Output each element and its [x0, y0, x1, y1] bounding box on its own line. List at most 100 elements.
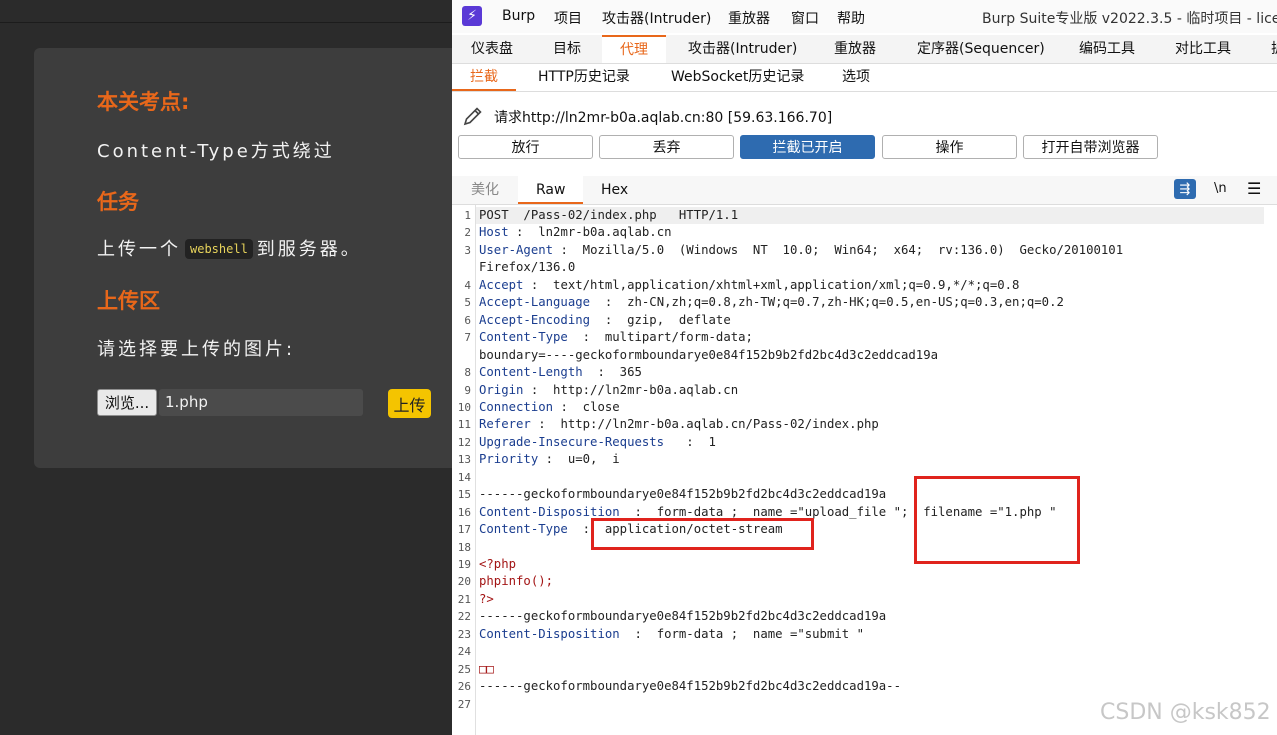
header-name: Referer [479, 417, 531, 432]
header-name: Content-Disposition [479, 504, 620, 519]
window-title: Burp Suite专业版 v2022.3.5 - 临时项目 - licen [982, 11, 1277, 27]
line-value: : ln2mr-b0a.aqlab.cn [508, 225, 672, 240]
intercept-on-button[interactable]: 拦截已开启 [740, 135, 875, 159]
line-number: 9 [464, 383, 471, 397]
annotation-box-content-type [591, 518, 814, 550]
header-name: Host [479, 225, 509, 240]
menu-project[interactable]: 项目 [554, 8, 582, 28]
line-number: 16 [457, 505, 471, 519]
file-input[interactable]: 1.php [159, 389, 363, 416]
request-line: boundary=----geckoformboundarye0e84f152b… [479, 348, 938, 362]
line-number: 17 [457, 523, 471, 537]
tab-intruder[interactable]: 攻击器(Intruder) [688, 35, 797, 63]
view-tab-pretty[interactable]: 美化 [471, 176, 499, 204]
line-value: : form-data ; name ="submit " [619, 626, 864, 641]
line-value: : u=0, i [538, 452, 620, 467]
line-number: 12 [457, 435, 471, 449]
menu-burp[interactable]: Burp [502, 8, 535, 24]
request-line: ------geckoformboundarye0e84f152b9b2fd2b… [479, 487, 886, 501]
request-line: User-Agent : Mozilla/5.0 (Windows NT 10.… [479, 243, 1123, 257]
line-value: <?php [479, 557, 517, 571]
upload-button[interactable]: 上传 [388, 389, 431, 418]
header-name: Upgrade-Insecure-Requests [479, 434, 665, 449]
tab-proxy[interactable]: 代理 [602, 35, 666, 63]
line-number: 20 [457, 575, 471, 589]
message-view-tabs: 美化 Raw Hex ⇶ \n ☰ [452, 176, 1277, 205]
request-line: phpinfo(); [479, 574, 553, 588]
heading-upload-area: 上传区 [97, 289, 160, 313]
action-button[interactable]: 操作 [882, 135, 1017, 159]
request-line: ------geckoformboundarye0e84f152b9b2fd2b… [479, 679, 901, 693]
hamburger-menu-icon[interactable]: ☰ [1247, 179, 1261, 198]
menu-window[interactable]: 窗口 [791, 8, 819, 28]
line-value: : gzip, deflate [590, 312, 731, 327]
line-value: ------geckoformboundarye0e84f152b9b2fd2b… [479, 609, 887, 624]
line-number: 8 [464, 366, 471, 380]
line-number: 18 [457, 540, 471, 554]
subtab-http-history[interactable]: HTTP历史记录 [538, 64, 630, 91]
line-number: 15 [457, 488, 471, 502]
line-number: 1 [464, 209, 471, 222]
line-number: 6 [464, 313, 471, 327]
subtab-options[interactable]: 选项 [842, 64, 870, 91]
line-value: ?> [479, 591, 494, 606]
view-tab-raw[interactable]: Raw [518, 176, 584, 204]
tab-repeater[interactable]: 重放器 [834, 35, 876, 63]
main-tabs: 仪表盘 目标 代理 攻击器(Intruder) 重放器 定序器(Sequence… [452, 35, 1277, 64]
header-name: Priority [479, 452, 539, 467]
heading-task: 任务 [97, 190, 139, 214]
drop-button[interactable]: 丢弃 [599, 135, 734, 159]
request-line: Accept : text/html,application/xhtml+xml… [479, 278, 1019, 292]
line-number: 11 [457, 418, 471, 432]
header-name: User-Agent [479, 242, 554, 257]
content-card: 本关考点: Content-Type方式绕过 任务 上传一个 webshell 到服… [34, 48, 474, 468]
tab-target[interactable]: 目标 [553, 35, 581, 63]
tab-comparer[interactable]: 对比工具 [1175, 35, 1231, 63]
request-line: Content-Type : multipart/form-data; [479, 330, 753, 344]
request-line: Host : ln2mr-b0a.aqlab.cn [479, 225, 672, 239]
text-key-point: Content-Type方式绕过 [97, 141, 335, 162]
line-number: 26 [457, 680, 471, 694]
line-value: : zh-CN,zh;q=0.8,zh-TW;q=0.7,zh-HK;q=0.5… [590, 295, 1064, 310]
line-number: 13 [457, 453, 471, 467]
request-line: Content-Disposition : form-data ; name =… [479, 627, 864, 641]
open-browser-button[interactable]: 打开自带浏览器 [1023, 135, 1158, 159]
tab-extender[interactable]: 扩 [1271, 35, 1277, 63]
line-number: 21 [457, 592, 471, 606]
line-number: 14 [457, 470, 471, 484]
request-line: ?> [479, 592, 494, 606]
tab-dashboard[interactable]: 仪表盘 [471, 35, 513, 63]
request-info-bar: 请求http://ln2mr-b0a.aqlab.cn:80 [59.63.16… [452, 101, 1277, 129]
page-top-divider [0, 22, 452, 23]
subtab-websocket-history[interactable]: WebSocket历史记录 [671, 64, 804, 91]
request-target-text: 请求http://ln2mr-b0a.aqlab.cn:80 [59.63.16… [494, 110, 833, 126]
line-number-gutter: 1 2 3 4 5 6 7 8 9 10 11 12 13 14 15 16 17 18 19 20 21 22 23 24 2… [452, 205, 476, 735]
line-value: : close [553, 399, 620, 414]
header-name: Content-Type [479, 330, 568, 345]
burp-logo-icon: ⚡ [462, 6, 482, 26]
line-number: 23 [457, 627, 471, 641]
line-number: 5 [464, 296, 471, 310]
browse-button[interactable]: 浏览... [97, 389, 157, 416]
request-line: Firefox/136.0 [479, 260, 575, 274]
request-line: Accept-Language : zh-CN,zh;q=0.8,zh-TW;q… [479, 295, 1064, 309]
menu-repeater[interactable]: 重放器 [728, 8, 770, 28]
line-number: 7 [464, 331, 471, 345]
request-line: <?php [479, 557, 516, 571]
task-text-before: 上传一个 [97, 239, 181, 260]
word-wrap-icon[interactable]: ⇶ [1174, 179, 1196, 199]
menu-help[interactable]: 帮助 [837, 8, 865, 28]
forward-button[interactable]: 放行 [458, 135, 593, 159]
tab-sequencer[interactable]: 定序器(Sequencer) [917, 35, 1045, 63]
request-editor[interactable]: 1 2 3 4 5 6 7 8 9 10 11 12 13 14 15 16 17 18 19 20 21 22 23 24 2… [452, 205, 1277, 735]
view-tab-hex[interactable]: Hex [601, 176, 628, 204]
subtab-intercept[interactable]: 拦截 [452, 64, 516, 91]
tab-decoder[interactable]: 编码工具 [1079, 35, 1135, 63]
line-value: phpinfo(); [479, 574, 554, 589]
webshell-code-badge: webshell [185, 239, 253, 259]
request-line: Referer : http://ln2mr-b0a.aqlab.cn/Pass… [479, 417, 879, 431]
menu-intruder[interactable]: 攻击器(Intruder) [602, 8, 711, 28]
newline-icon[interactable]: \n [1214, 181, 1227, 196]
request-line: POST /Pass-02/index.php HTTP/1.1 [479, 208, 738, 222]
menu-bar: ⚡ Burp 项目 攻击器(Intruder) 重放器 窗口 帮助 Burp S… [452, 0, 1277, 33]
